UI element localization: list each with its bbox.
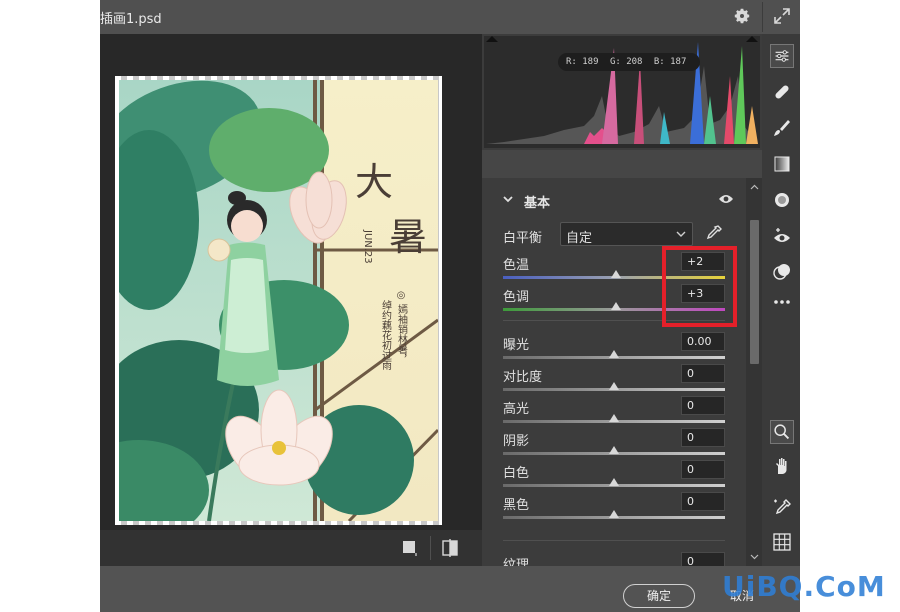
- slider-contrast: 对比度 0: [482, 364, 744, 398]
- white-balance-dropdown[interactable]: 自定: [560, 222, 693, 246]
- blue-value: B: 187: [653, 57, 687, 67]
- slider-thumb[interactable]: [611, 270, 622, 278]
- basic-section: 基本 白平衡 自定 色温 +2 色调 +3 曝光 0.00 对比度 0 高光 0 阴影 0 白色 0 黑色 0: [482, 180, 744, 566]
- slider-whites: 白色 0: [482, 460, 744, 494]
- slider-value-field[interactable]: 0: [681, 396, 725, 415]
- panel-scrollbar[interactable]: [746, 178, 762, 566]
- slider-thumb[interactable]: [611, 302, 622, 310]
- rgb-readout: R: 189 G: 208 B: 187: [558, 53, 701, 71]
- red-value: R: 189: [566, 57, 599, 67]
- preview-bottom-toolbar: [100, 530, 482, 566]
- panel-spacer: [482, 150, 762, 178]
- footer-bar: 确定 取消: [100, 566, 800, 612]
- more-options-icon[interactable]: [770, 290, 794, 314]
- white-balance-label: 白平衡: [503, 231, 543, 246]
- slider-label: 曝光: [503, 338, 530, 353]
- settings-gear-icon[interactable]: [732, 6, 752, 26]
- green-value: G: 208: [609, 57, 643, 67]
- slider-highlights: 高光 0: [482, 396, 744, 430]
- slider-thumb[interactable]: [609, 510, 619, 518]
- zoom-magnifier-icon[interactable]: [770, 420, 794, 444]
- highlight-clipping-icon: [746, 36, 758, 42]
- document-title: 插画1.psd: [100, 12, 162, 27]
- color-sampler-icon[interactable]: [770, 496, 794, 520]
- tool-rail: [762, 34, 800, 566]
- brush-icon[interactable]: [770, 116, 794, 140]
- slider-thumb[interactable]: [609, 382, 619, 390]
- title-separator: [762, 2, 763, 32]
- scrollbar-thumb[interactable]: [750, 220, 759, 364]
- texture-label: 纹理: [503, 558, 530, 566]
- before-after-compare-icon[interactable]: [440, 538, 460, 558]
- artwork-date: JUN.23: [362, 229, 373, 264]
- presets-icon[interactable]: [770, 260, 794, 284]
- edit-sliders-icon[interactable]: [770, 44, 794, 68]
- shadow-clipping-icon: [486, 36, 498, 42]
- basic-section-title: 基本: [524, 196, 551, 211]
- slider-value-field[interactable]: 0: [681, 364, 725, 383]
- artwork-poem-col2: 绰约藕花初过雨: [380, 300, 392, 371]
- ok-button[interactable]: 确定: [623, 584, 695, 608]
- healing-bandage-icon[interactable]: [770, 80, 794, 104]
- watermark-logo: UiBQ.CoM: [722, 570, 886, 603]
- slider-label: 黑色: [503, 498, 530, 513]
- image-frame: 大 暑 JUN.23 ◎ 嫣袖销林暑， 绰约藕花初过雨: [115, 76, 442, 525]
- artwork-illustration: 大 暑 JUN.23 ◎ 嫣袖销林暑， 绰约藕花初过雨: [119, 80, 438, 521]
- image-preview-area[interactable]: 大 暑 JUN.23 ◎ 嫣袖销林暑， 绰约藕花初过雨: [100, 34, 482, 530]
- radial-gradient-icon[interactable]: [770, 188, 794, 212]
- white-balance-row: 白平衡 自定: [482, 222, 744, 248]
- toolbar-separator: [430, 536, 431, 560]
- slider-blacks: 黑色 0: [482, 492, 744, 526]
- grid-overlay-icon[interactable]: [770, 530, 794, 554]
- slider-label: 对比度: [503, 370, 543, 385]
- slider-thumb[interactable]: [609, 446, 619, 454]
- slider-value-field[interactable]: 0: [681, 428, 725, 447]
- visibility-eye-icon[interactable]: [718, 193, 734, 205]
- artwork-title-da: 大: [355, 160, 393, 204]
- section-divider: [503, 540, 725, 541]
- slider-value-field[interactable]: 0: [681, 460, 725, 479]
- slider-label: 高光: [503, 402, 530, 417]
- slider-shadows: 阴影 0: [482, 428, 744, 462]
- basic-section-header[interactable]: 基本: [482, 180, 744, 220]
- texture-value-field[interactable]: 0: [681, 552, 725, 566]
- slider-label: 白色: [503, 466, 530, 481]
- fullscreen-expand-icon[interactable]: [772, 6, 792, 26]
- preview-mode-icon[interactable]: [400, 538, 420, 558]
- scroll-down-icon[interactable]: [750, 554, 759, 560]
- artwork-title-shu: 暑: [389, 215, 427, 259]
- slider-value-field[interactable]: 0.00: [681, 332, 725, 351]
- slider-thumb[interactable]: [609, 350, 619, 358]
- slider-thumb[interactable]: [609, 478, 619, 486]
- highlight-annotation-box: [662, 246, 737, 327]
- hand-tool-icon[interactable]: [770, 454, 794, 478]
- scroll-up-icon[interactable]: [750, 184, 759, 190]
- title-bar: 插画1.psd: [100, 0, 800, 34]
- red-eye-icon[interactable]: [770, 224, 794, 248]
- dropdown-chevron-icon: [676, 231, 686, 237]
- slider-exposure: 曝光 0.00: [482, 332, 744, 366]
- chevron-down-icon[interactable]: [502, 193, 514, 205]
- slider-label: 色调: [503, 290, 530, 305]
- slider-thumb[interactable]: [609, 414, 619, 422]
- texture-row: 纹理 0: [482, 552, 744, 566]
- eyedropper-icon[interactable]: [705, 224, 723, 244]
- slider-label: 阴影: [503, 434, 530, 449]
- slider-value-field[interactable]: 0: [681, 492, 725, 511]
- histogram: R: 189 G: 208 B: 187: [484, 36, 760, 148]
- linear-gradient-icon[interactable]: [770, 152, 794, 176]
- slider-label: 色温: [503, 258, 530, 273]
- white-balance-value: 自定: [566, 231, 593, 246]
- artwork-poem-col1: ◎ 嫣袖销林暑，: [396, 290, 408, 364]
